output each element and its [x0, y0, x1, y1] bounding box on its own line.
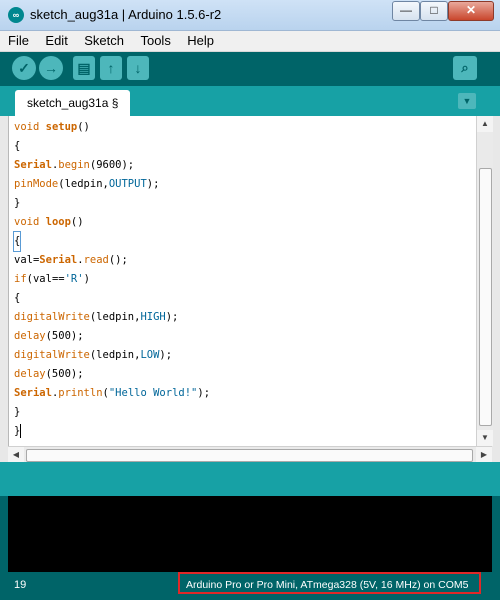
code-line: {	[14, 292, 21, 304]
scroll-left-icon[interactable]: ◀	[8, 447, 24, 463]
code-line: if(val=='R')	[14, 273, 90, 285]
maximize-button[interactable]: □	[420, 1, 448, 21]
code-line: pinMode(ledpin,OUTPUT);	[14, 178, 160, 190]
status-bar: 19 Arduino Pro or Pro Mini, ATmega328 (5…	[0, 572, 500, 600]
menu-sketch[interactable]: Sketch	[80, 31, 128, 48]
menu-help[interactable]: Help	[183, 31, 218, 48]
code-line: void setup()	[14, 121, 90, 133]
code-line: delay(500);	[14, 368, 84, 380]
code-line: digitalWrite(ledpin,HIGH);	[14, 311, 179, 323]
checkmark-icon: ✓	[18, 60, 30, 76]
code-line: digitalWrite(ledpin,LOW);	[14, 349, 173, 361]
menu-edit[interactable]: Edit	[41, 31, 71, 48]
bracket-match-highlight: {	[12, 231, 22, 252]
vertical-scroll-thumb[interactable]	[479, 168, 492, 426]
console-output[interactable]	[8, 496, 492, 572]
upload-button[interactable]: →	[39, 56, 63, 80]
arduino-logo-icon: ∞	[8, 7, 24, 23]
console-frame-left	[0, 496, 8, 572]
console-frame-right	[492, 496, 500, 572]
code-line: delay(500);	[14, 330, 84, 342]
arrow-down-icon: ↓	[134, 60, 142, 76]
scroll-down-icon[interactable]: ▼	[477, 430, 493, 446]
code-line: {	[12, 231, 210, 252]
horizontal-scrollbar[interactable]: ◀ ▶	[8, 446, 492, 463]
code-lines: void setup() { Serial.begin(9600); pinMo…	[12, 118, 211, 441]
verify-button[interactable]: ✓	[12, 56, 36, 80]
code-line: Serial.println("Hello World!");	[14, 387, 211, 399]
new-sketch-button[interactable]: ▤	[73, 56, 95, 80]
menu-file[interactable]: File	[4, 31, 33, 48]
tab-menu-button[interactable]: ▼	[458, 93, 476, 109]
open-sketch-button[interactable]: ↑	[100, 56, 122, 80]
horizontal-scroll-thumb[interactable]	[26, 449, 473, 462]
line-number: 19	[14, 579, 27, 591]
code-line: }	[14, 406, 21, 418]
code-line: val=Serial.read();	[14, 254, 128, 266]
toolbar: ✓ → ▤ ↑ ↓ ⌕	[0, 52, 500, 86]
code-line: {	[14, 140, 21, 152]
arrow-right-icon: →	[44, 60, 58, 76]
editor-frame-right	[492, 116, 500, 462]
magnifier-icon: ⌕	[461, 60, 469, 75]
code-line: Serial.begin(9600);	[14, 159, 135, 171]
message-bar	[0, 462, 500, 496]
scroll-right-icon[interactable]: ▶	[476, 447, 492, 463]
text-caret	[20, 424, 22, 438]
tab-bar: sketch_aug31a § ▼	[0, 86, 500, 116]
code-editor[interactable]: void setup() { Serial.begin(9600); pinMo…	[8, 116, 476, 446]
board-info: Arduino Pro or Pro Mini, ATmega328 (5V, …	[178, 572, 481, 594]
close-button[interactable]: ✕	[448, 1, 494, 21]
chevron-down-icon: ▼	[462, 96, 472, 106]
menu-tools[interactable]: Tools	[136, 31, 174, 48]
minimize-button[interactable]: —	[392, 1, 420, 21]
vertical-scrollbar[interactable]: ▲ ▼	[476, 116, 493, 446]
save-sketch-button[interactable]: ↓	[127, 56, 149, 80]
tab-sketch-aug31a[interactable]: sketch_aug31a §	[15, 90, 131, 116]
code-line: }	[14, 424, 22, 438]
window-title: sketch_aug31a | Arduino 1.5.6-r2	[30, 7, 222, 22]
serial-monitor-button[interactable]: ⌕	[453, 56, 477, 80]
title-bar: ∞ sketch_aug31a | Arduino 1.5.6-r2 — □ ✕	[0, 0, 500, 31]
editor-frame-left	[0, 116, 8, 462]
menu-bar: File Edit Sketch Tools Help	[0, 31, 500, 52]
code-line: }	[14, 197, 21, 209]
scroll-up-icon[interactable]: ▲	[477, 116, 493, 132]
new-file-icon: ▤	[77, 60, 91, 76]
code-line: void loop()	[14, 216, 84, 228]
arrow-up-icon: ↑	[107, 60, 115, 76]
